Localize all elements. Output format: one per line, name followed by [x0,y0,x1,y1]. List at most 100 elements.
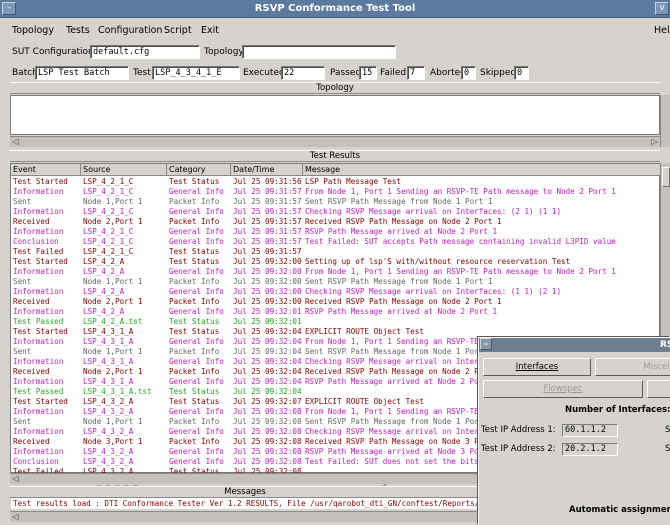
skipped-count: 0 [514,66,529,80]
topology-vscrollbar[interactable] [660,95,670,147]
source-cell: Node 1,Port 1 [83,417,143,426]
source-cell: LSP_4_3_2_A [83,447,134,456]
source-cell: Node 1,Port 1 [83,347,143,356]
event-cell: Received [13,217,50,226]
sut-config-input[interactable]: default.cfg [90,45,200,59]
minimize-icon[interactable]: v [655,2,669,15]
window-title: RSVP Conformance Test Tool [254,3,416,14]
table-row[interactable]: Test Passed LSP_4_2_A.tst Test Status Jul 2… [11,317,660,327]
scroll-left-icon[interactable]: ◁ [10,512,21,522]
tab-flowspec[interactable]: Flowspec [483,380,643,398]
scroll-right-icon[interactable]: ▷ [649,137,660,147]
messages-hscrollbar[interactable]: ◁ [10,511,480,522]
message-cell: From Node 1, Port 1 Sending an RSVP-TE P… [305,267,616,276]
menu-script[interactable]: Script [164,22,192,40]
event-cell: Test Passed [13,317,64,326]
executed-count: 22 [281,66,325,80]
category-cell: Packet Info [169,367,220,376]
datetime-cell: Jul 25 09:31:56 [233,177,302,186]
table-row[interactable]: Information LSP_4_2_1_C General Info Jul 25… [11,187,660,197]
table-row[interactable]: Test Started LSP_4_3_1_A Test Status Jul 25… [11,327,660,337]
category-cell: Packet Info [169,197,220,206]
event-cell: Test Started [13,327,68,336]
table-row[interactable]: Test Failed LSP_4_2_1_C Test Status Jul 25 … [11,247,660,257]
datetime-cell: Jul 25 09:32:08 [233,407,302,416]
messages-section-header: Messages [10,486,480,498]
datetime-cell: Jul 25 09:31:57 [233,247,302,256]
datetime-cell: Jul 25 09:32:04 [233,387,302,396]
test-label: Test [133,68,151,78]
num-interfaces-label: Number of Interfaces: [565,405,670,415]
table-row[interactable]: Information LSP_4_2_A General Info Jul 25 0… [11,287,660,297]
window-menu-icon[interactable]: – [2,2,16,15]
category-cell: General Info [169,407,224,416]
column-header-message[interactable]: Message [303,164,660,176]
scroll-left-icon[interactable]: ◁ [10,137,21,147]
messages-section-title: Messages [224,487,266,497]
topology-section-title: Topology [316,83,354,93]
menu-configuration[interactable]: Configuration [98,22,162,40]
category-cell: General Info [169,447,224,456]
table-row[interactable]: Received Node 2,Port 1 Packet Info Jul 25 0… [11,297,660,307]
column-header-event[interactable]: Event [11,164,81,176]
event-cell: Information [13,407,64,416]
event-cell: Information [13,227,64,236]
datetime-cell: Jul 25 09:32:04 [233,347,302,356]
source-cell: Node 1,Port 1 [83,197,143,206]
menu-tests[interactable]: Tests [66,22,90,40]
results-scroll-thumb[interactable] [662,167,670,187]
tab-flowspec-label: Flowspec [543,384,583,394]
menu-topology[interactable]: Topology [12,22,54,40]
tab-miscellaneous-label: Miscell [643,362,670,372]
event-cell: Received [13,437,50,446]
table-row[interactable]: Information LSP_4_2_A General Info Jul 25 0… [11,267,660,277]
topology-section-header: Topology [10,82,660,94]
tab-next[interactable] [647,380,670,398]
table-row[interactable]: Information LSP_4_2_1_C General Info Jul 25… [11,227,660,237]
column-header-category[interactable]: Category [167,164,231,176]
table-row[interactable]: Information LSP_4_2_A General Info Jul 25 0… [11,307,660,317]
topology-canvas[interactable] [10,95,660,135]
batch-label: Batch [12,68,38,78]
event-cell: Test Started [13,177,68,186]
table-row[interactable]: Test Started LSP_4_2_1_C Test Status Jul 25… [11,177,660,187]
topology-input[interactable] [242,45,396,59]
tab-miscellaneous[interactable]: Miscell [595,358,670,376]
category-cell: Packet Info [169,437,220,446]
event-cell: Information [13,207,64,216]
rsvp-config-dialog: – RS Interfaces Miscell Flowspec Number … [478,337,670,525]
category-cell: Packet Info [169,417,220,426]
table-row[interactable]: Information LSP_4_2_1_C General Info Jul 25… [11,207,660,217]
tab-interfaces[interactable]: Interfaces [483,358,591,376]
table-row[interactable]: Sent Node 1,Port 1 Packet Info Jul 25 09:31… [11,197,660,207]
test-input[interactable]: LSP_4_3_4_1_E [152,66,240,80]
table-row[interactable]: Received Node 2,Port 1 Packet Info Jul 25 0… [11,217,660,227]
datetime-cell: Jul 25 09:32:00 [233,297,302,306]
datetime-cell: Jul 25 09:32:00 [233,267,302,276]
datetime-cell: Jul 25 09:32:01 [233,317,302,326]
ip2-input[interactable]: 20.2.1.2 [562,443,618,456]
topology-hscrollbar[interactable]: ◁ ▷ [10,136,660,147]
test-results-section-title: Test Results [309,151,361,161]
event-cell: Test Passed [13,387,64,396]
menu-exit[interactable]: Exit [201,22,219,40]
datetime-cell: Jul 25 09:31:57 [233,237,302,246]
menu-help[interactable]: Help [654,22,670,40]
column-header-datetime[interactable]: Date/Time [231,164,303,176]
source-cell: LSP_4_2_1_C [83,227,134,236]
scroll-left-icon[interactable]: ◁ [10,474,21,484]
ip1-input[interactable]: 60.1.1.2 [562,424,618,437]
batch-input[interactable]: LSP Test Batch [35,66,129,80]
column-header-source[interactable]: Source [81,164,167,176]
table-row[interactable]: Conclusion LSP_4_2_1_C General Info Jul 25 … [11,237,660,247]
dialog-menu-icon[interactable]: – [480,338,492,350]
datetime-cell: Jul 25 09:32:08 [233,447,302,456]
category-cell: General Info [169,187,224,196]
category-cell: Packet Info [169,347,220,356]
table-row[interactable]: Test Started LSP_4_2_A Test Status Jul 25 0… [11,257,660,267]
event-cell: Information [13,427,64,436]
category-cell: Test Status [169,387,220,396]
category-cell: Test Status [169,327,220,336]
table-row[interactable]: Sent Node 1,Port 1 Packet Info Jul 25 09:32… [11,277,660,287]
category-cell: General Info [169,307,224,316]
